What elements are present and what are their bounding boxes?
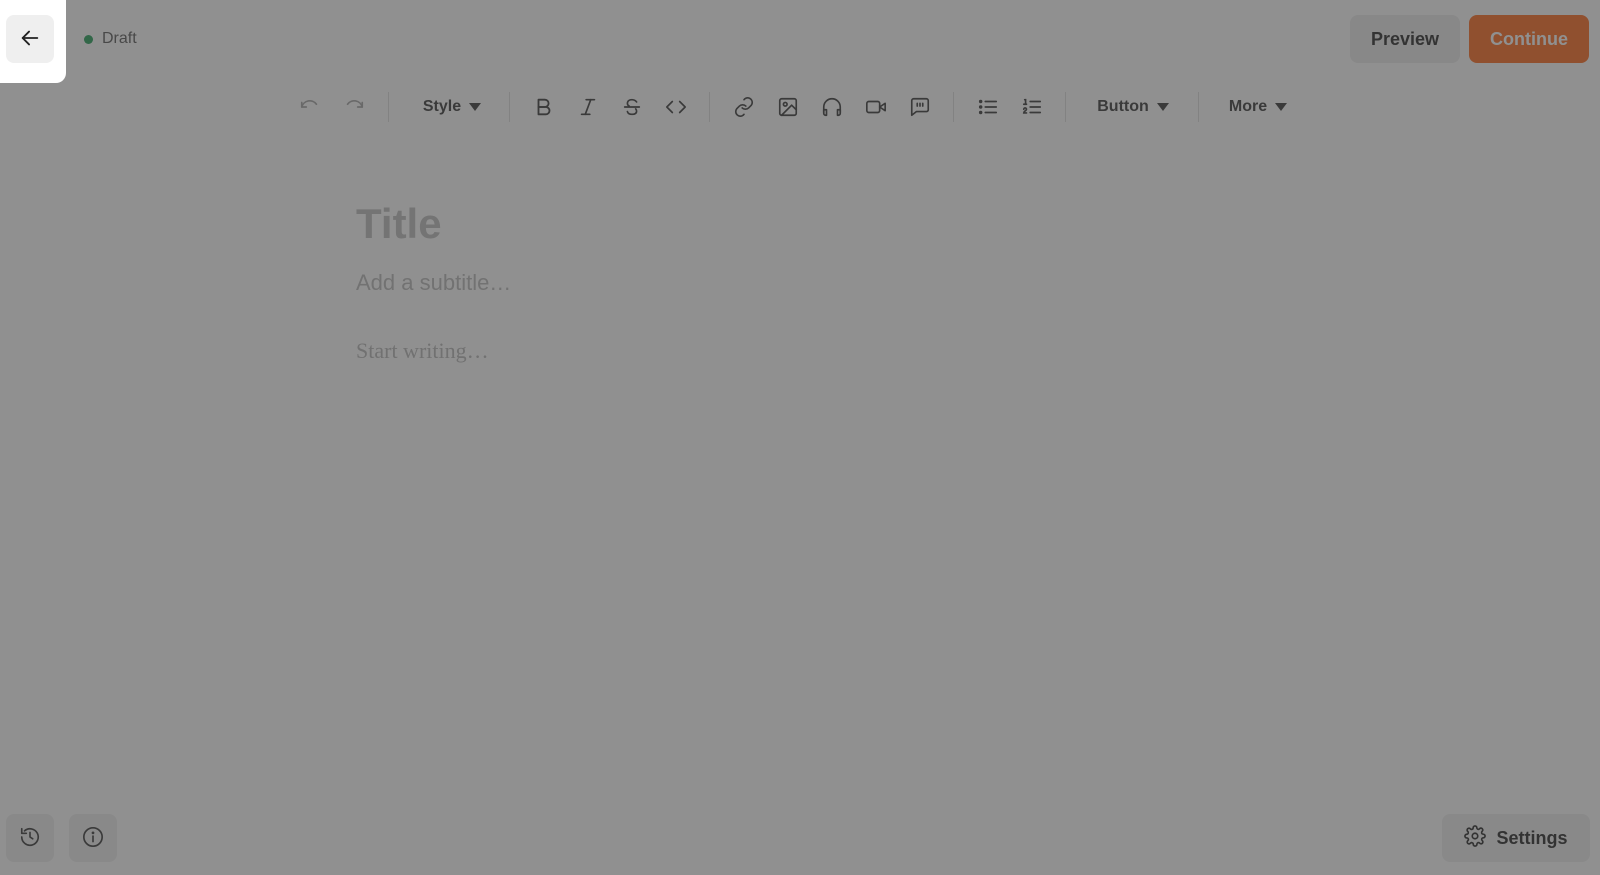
bold-icon bbox=[533, 96, 555, 118]
title-input[interactable]: Title bbox=[356, 198, 1236, 250]
top-bar: Draft Preview Continue bbox=[0, 0, 1600, 78]
bold-button[interactable] bbox=[522, 84, 566, 130]
formatting-toolbar: Style Button More bbox=[0, 84, 1600, 130]
style-dropdown[interactable]: Style bbox=[412, 84, 492, 130]
quote-button[interactable] bbox=[898, 84, 942, 130]
undo-icon bbox=[299, 96, 321, 118]
status-dot bbox=[84, 34, 93, 44]
video-icon bbox=[864, 96, 888, 118]
caret-down-icon bbox=[1156, 103, 1169, 111]
link-icon bbox=[733, 96, 755, 118]
toolbar-divider bbox=[388, 92, 389, 122]
italic-button[interactable] bbox=[566, 84, 610, 130]
numbered-list-button[interactable] bbox=[1010, 84, 1054, 130]
draft-status: Draft bbox=[84, 30, 137, 48]
strikethrough-button[interactable] bbox=[610, 84, 654, 130]
body-input[interactable]: Start writing… bbox=[356, 336, 1236, 366]
button-dropdown[interactable]: Button bbox=[1085, 84, 1181, 130]
audio-icon bbox=[821, 96, 843, 118]
post-editor: Title Add a subtitle… Start writing… bbox=[356, 198, 1236, 366]
bullet-list-button[interactable] bbox=[966, 84, 1010, 130]
history-button[interactable] bbox=[6, 814, 54, 862]
continue-button[interactable]: Continue bbox=[1469, 15, 1589, 63]
bullet-list-icon bbox=[977, 96, 999, 118]
info-icon bbox=[82, 826, 104, 851]
link-button[interactable] bbox=[722, 84, 766, 130]
code-icon bbox=[664, 96, 688, 118]
subtitle-input[interactable]: Add a subtitle… bbox=[356, 268, 1236, 298]
code-button[interactable] bbox=[654, 84, 698, 130]
undo-button[interactable] bbox=[288, 84, 332, 130]
video-button[interactable] bbox=[854, 84, 898, 130]
caret-down-icon bbox=[1275, 103, 1288, 111]
toolbar-divider bbox=[1065, 92, 1066, 122]
redo-icon bbox=[343, 96, 365, 118]
quote-icon bbox=[909, 96, 931, 118]
preview-button[interactable]: Preview bbox=[1350, 15, 1460, 63]
status-label: Draft bbox=[102, 30, 137, 47]
settings-label: Settings bbox=[1496, 827, 1568, 848]
numbered-list-icon bbox=[1021, 96, 1043, 118]
history-icon bbox=[19, 826, 41, 851]
toolbar-divider bbox=[509, 92, 510, 122]
italic-icon bbox=[577, 96, 599, 118]
arrow-left-icon bbox=[19, 27, 41, 52]
strikethrough-icon bbox=[621, 96, 643, 118]
editor-page: Draft Preview Continue Style Button More… bbox=[0, 0, 1600, 875]
back-button[interactable] bbox=[6, 15, 54, 63]
settings-button[interactable]: Settings bbox=[1442, 814, 1590, 862]
gear-icon bbox=[1464, 824, 1487, 852]
image-button[interactable] bbox=[766, 84, 810, 130]
toolbar-divider bbox=[709, 92, 710, 122]
style-label: Style bbox=[422, 98, 462, 115]
more-label: More bbox=[1228, 98, 1268, 115]
more-dropdown[interactable]: More bbox=[1218, 84, 1298, 130]
toolbar-divider bbox=[1198, 92, 1199, 122]
button-label: Button bbox=[1097, 98, 1149, 115]
toolbar-divider bbox=[953, 92, 954, 122]
redo-button[interactable] bbox=[332, 84, 376, 130]
caret-down-icon bbox=[469, 103, 482, 111]
audio-button[interactable] bbox=[810, 84, 854, 130]
info-button[interactable] bbox=[69, 814, 117, 862]
image-icon bbox=[777, 96, 799, 118]
